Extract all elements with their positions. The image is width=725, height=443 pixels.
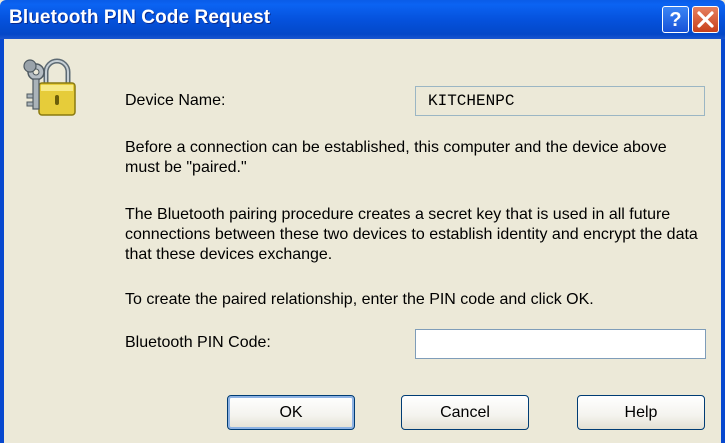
pairing-intro-text: Before a connection can be established, … [125,139,667,176]
pairing-explanation-text: The Bluetooth pairing procedure creates … [125,206,698,263]
ok-button[interactable]: OK [227,395,355,430]
device-name-label: Device Name: [125,92,226,109]
pin-code-label: Bluetooth PIN Code: [125,334,271,351]
window-border-left [0,39,4,443]
pin-request-dialog: Bluetooth PIN Code Request ? Device Name… [0,0,725,443]
window-title: Bluetooth PIN Code Request [9,7,271,28]
close-button[interactable] [692,6,719,33]
title-bar[interactable]: Bluetooth PIN Code Request ? [0,0,725,39]
window-border-right [721,39,725,443]
close-icon [697,11,714,28]
pin-code-input[interactable] [415,329,706,359]
help-title-button[interactable]: ? [662,6,689,33]
help-icon: ? [669,9,682,31]
help-button[interactable]: Help [577,395,705,430]
keys-padlock-icon [23,58,76,116]
cancel-button[interactable]: Cancel [401,395,529,430]
pairing-instruction-text: To create the paired relationship, enter… [125,291,594,308]
device-name-field: KITCHENPC [415,86,705,116]
